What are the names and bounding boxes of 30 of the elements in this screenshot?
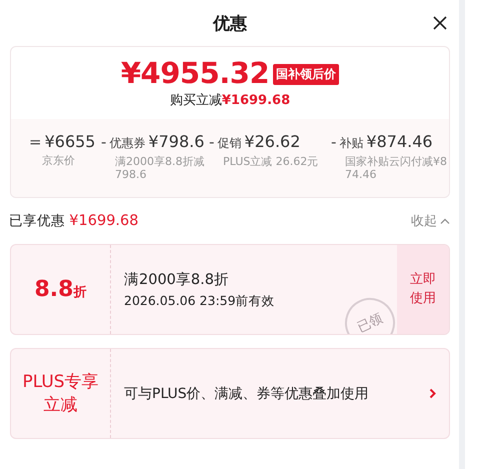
breakdown-amount: ¥26.62 [244,132,300,151]
breakdown-note: 京东价 [41,154,76,168]
breakdown-label: 补贴 [339,135,364,152]
coupon-title: 满2000享8.8折 [124,270,230,288]
plus-label: PLUS专享立减 [21,371,100,416]
breakdown-amount: ¥874.46 [366,132,433,151]
operator-sign: = [29,133,42,151]
breakdown-amount: ¥798.6 [148,132,204,151]
close-icon[interactable] [433,16,447,30]
collapse-button[interactable]: 收起 [411,212,450,230]
breakdown-note: PLUS立减 26.62元 [222,155,320,168]
coupon-validity: 2026.05.06 23:59前有效 [124,292,276,310]
caret-up-icon [440,218,450,224]
price-tag: 国补领后价 [273,64,340,84]
breakdown-amount: ¥6655 [44,132,96,151]
purchase-discount: 购买立减¥1699.68 [170,92,290,109]
discount-value: 8.8折 [34,277,86,302]
final-price: ¥4955.32 [120,56,270,90]
use-now-button[interactable]: 立即使用 [397,245,449,334]
promo-description: 可与PLUS价、满减、券等优惠叠加使用 [124,384,370,402]
operator-sign: - [331,133,336,151]
chevron-right-icon[interactable] [429,388,436,399]
breakdown-label: 优惠券 [109,135,146,152]
operator-sign: - [101,133,106,151]
breakdown-note: 国家补贴云闪付减¥874.46 [344,155,448,182]
breakdown-label: 促销 [217,135,242,152]
panel-title: 优惠 [213,12,247,34]
enjoyed-discount: 已享优惠 ¥1699.68 [9,212,138,230]
breakdown-note: 满2000享8.8折减798.6 [114,155,206,182]
operator-sign: - [209,133,214,151]
